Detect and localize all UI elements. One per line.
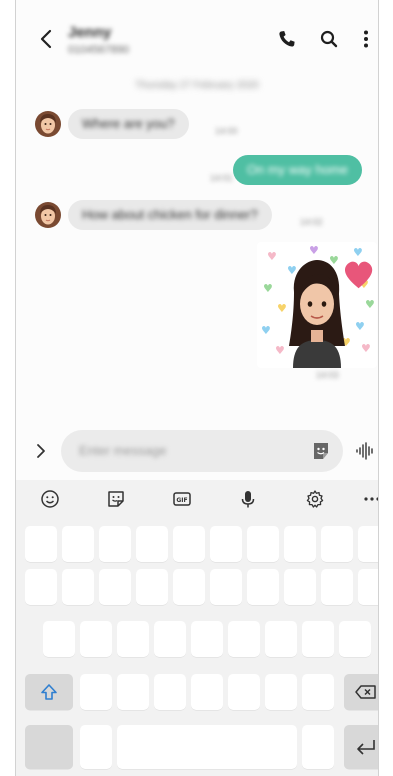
back-arrow-icon[interactable] xyxy=(36,26,58,52)
phone-icon xyxy=(279,31,295,47)
message-input-placeholder: Enter message xyxy=(79,443,167,458)
key[interactable] xyxy=(302,674,334,710)
call-button[interactable] xyxy=(274,26,300,52)
enter-key[interactable] xyxy=(344,725,378,769)
key[interactable] xyxy=(99,569,131,605)
svg-text:♥: ♥ xyxy=(263,282,273,295)
key[interactable] xyxy=(247,526,279,562)
gif-icon[interactable]: GIF xyxy=(171,488,193,510)
svg-text:♥: ♥ xyxy=(275,344,285,357)
avatar[interactable] xyxy=(35,202,61,228)
keyboard-toolbar: GIF xyxy=(16,480,378,518)
key[interactable] xyxy=(136,569,168,605)
svg-text:♥: ♥ xyxy=(287,264,297,277)
settings-gear-icon[interactable] xyxy=(304,488,326,510)
svg-text:♥: ♥ xyxy=(277,302,287,315)
message-time: 14:03 xyxy=(316,370,339,380)
key[interactable] xyxy=(321,569,353,605)
key[interactable] xyxy=(358,569,378,605)
incoming-message-bubble[interactable]: How about chicken for dinner? xyxy=(68,200,272,230)
svg-text:♥: ♥ xyxy=(267,250,277,263)
voice-recorder-icon[interactable] xyxy=(355,440,375,462)
search-icon xyxy=(320,30,338,48)
conversation-header: Jenny 0104567890 xyxy=(16,0,378,76)
enter-return-icon xyxy=(357,740,375,755)
kebab-menu-icon xyxy=(364,30,368,48)
svg-text:♥: ♥ xyxy=(361,342,371,355)
outgoing-message-bubble[interactable]: On my way home xyxy=(232,155,362,185)
key[interactable] xyxy=(358,526,378,562)
key[interactable] xyxy=(191,621,223,657)
ar-emoji-sticker-image: ♥ ♥ ♥ ♥ ♥ ♥ ♥ ♥ ♥ ♥ ♥ ♥ ♥ ♥ ♥ xyxy=(261,244,375,368)
expand-chevron-icon[interactable] xyxy=(32,438,50,464)
key[interactable] xyxy=(80,674,112,710)
svg-text:♥: ♥ xyxy=(353,246,363,259)
symbols-key[interactable] xyxy=(25,725,73,769)
shift-key[interactable] xyxy=(25,674,73,710)
key[interactable] xyxy=(210,569,242,605)
key[interactable] xyxy=(173,526,205,562)
search-button[interactable] xyxy=(316,26,342,52)
message-time: 14:00 xyxy=(215,126,238,136)
key[interactable] xyxy=(210,526,242,562)
key[interactable] xyxy=(247,569,279,605)
key[interactable] xyxy=(136,526,168,562)
key[interactable] xyxy=(302,725,334,769)
message-input[interactable]: Enter message xyxy=(61,430,343,472)
key[interactable] xyxy=(302,621,334,657)
key[interactable] xyxy=(25,569,57,605)
key[interactable] xyxy=(154,621,186,657)
message-time: 14:01 xyxy=(210,173,233,183)
key[interactable] xyxy=(99,526,131,562)
svg-text:♥: ♥ xyxy=(355,320,365,333)
microphone-icon[interactable] xyxy=(237,488,259,510)
key[interactable] xyxy=(80,725,112,769)
key[interactable] xyxy=(62,526,94,562)
key[interactable] xyxy=(154,674,186,710)
svg-text:♥: ♥ xyxy=(309,244,319,257)
key[interactable] xyxy=(265,674,297,710)
avatar[interactable] xyxy=(35,111,61,137)
contact-name[interactable]: Jenny xyxy=(68,24,111,41)
key[interactable] xyxy=(80,621,112,657)
date-separator: Thursday 27 February 2020 xyxy=(135,80,259,91)
sticker-icon[interactable] xyxy=(105,488,127,510)
key[interactable] xyxy=(62,569,94,605)
gif-label: GIF xyxy=(176,497,187,504)
ar-emoji-sticker[interactable]: ♥ ♥ ♥ ♥ ♥ ♥ ♥ ♥ ♥ ♥ ♥ ♥ ♥ ♥ ♥ xyxy=(257,242,377,368)
incoming-message-bubble[interactable]: Where are you? xyxy=(68,109,189,139)
more-options-button[interactable] xyxy=(353,26,378,52)
emoji-icon[interactable] xyxy=(39,488,61,510)
more-icon[interactable] xyxy=(361,488,378,510)
key[interactable] xyxy=(43,621,75,657)
message-time: 14:02 xyxy=(300,217,323,227)
sticker-icon[interactable] xyxy=(311,441,331,461)
key[interactable] xyxy=(265,621,297,657)
keyboard: GIF xyxy=(16,480,378,776)
backspace-icon xyxy=(355,685,376,699)
key[interactable] xyxy=(191,674,223,710)
key[interactable] xyxy=(173,569,205,605)
key[interactable] xyxy=(321,526,353,562)
key[interactable] xyxy=(339,621,371,657)
space-key[interactable] xyxy=(117,725,297,769)
contact-number: 0104567890 xyxy=(68,44,130,56)
key[interactable] xyxy=(25,526,57,562)
key[interactable] xyxy=(228,674,260,710)
key[interactable] xyxy=(284,526,316,562)
svg-text:♥: ♥ xyxy=(261,324,271,337)
messages-screen: Jenny 0104567890 Thursday 27 February 20… xyxy=(15,0,379,776)
svg-text:♥: ♥ xyxy=(365,298,375,311)
shift-arrow-icon xyxy=(41,684,57,700)
backspace-key[interactable] xyxy=(344,674,378,710)
key[interactable] xyxy=(117,674,149,710)
key[interactable] xyxy=(228,621,260,657)
key[interactable] xyxy=(284,569,316,605)
key[interactable] xyxy=(117,621,149,657)
